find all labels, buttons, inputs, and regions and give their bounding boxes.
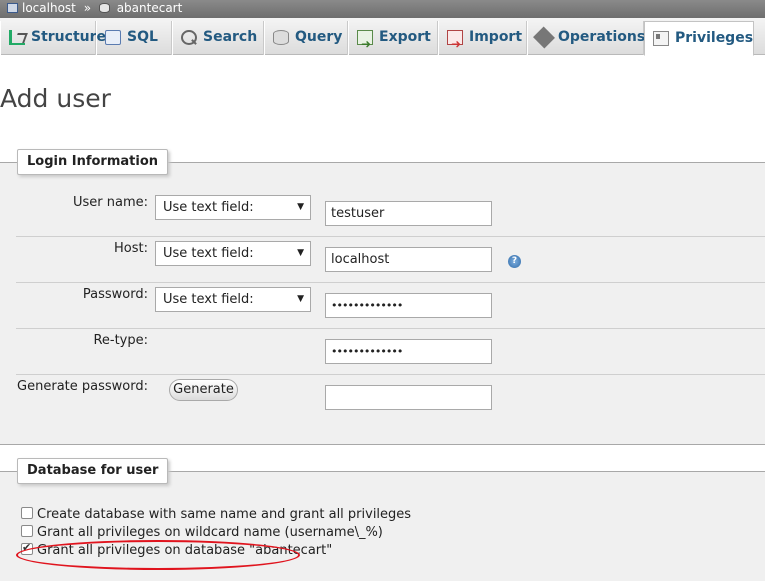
tab-export-label: Export (379, 29, 431, 45)
password-type-value: Use text field: (163, 292, 254, 307)
generate-button[interactable]: Generate (169, 379, 238, 401)
row-divider (16, 374, 765, 375)
tab-structure-label: Structure (31, 29, 107, 45)
username-input[interactable]: testuser (325, 201, 492, 226)
tab-import[interactable]: Import (438, 21, 527, 61)
login-information-legend: Login Information (17, 149, 169, 175)
option-create-database[interactable]: Create database with same name and grant… (21, 507, 411, 522)
help-icon[interactable]: ? (508, 255, 521, 268)
dropdown-arrow-icon: ▼ (297, 248, 304, 258)
password-type-select[interactable]: Use text field: ▼ (155, 287, 311, 312)
query-icon (273, 30, 289, 45)
structure-icon (9, 30, 25, 45)
checkbox[interactable] (21, 507, 33, 519)
row-divider (16, 328, 765, 329)
tab-structure[interactable]: Structure (0, 21, 106, 55)
tab-privileges[interactable]: Privileges (644, 21, 754, 56)
tab-bar: Structure SQL Search Query Export Import… (0, 18, 765, 61)
tab-query-label: Query (295, 29, 343, 45)
host-label: Host: (114, 241, 148, 256)
option-label: Create database with same name and grant… (37, 507, 412, 522)
dropdown-arrow-icon: ▼ (297, 294, 304, 304)
tab-operations-label: Operations (558, 29, 646, 45)
tab-search-label: Search (203, 29, 258, 45)
retype-label: Re-type: (93, 333, 148, 348)
import-icon (447, 28, 463, 61)
tab-sql-label: SQL (127, 29, 158, 45)
generate-password-label: Generate password: (17, 379, 148, 394)
server-icon (7, 3, 18, 13)
tab-import-label: Import (469, 29, 523, 45)
breadcrumb-database[interactable]: abantecart (117, 1, 183, 15)
search-icon (181, 30, 197, 45)
tab-operations[interactable]: Operations (527, 21, 646, 55)
host-input[interactable]: localhost (325, 247, 492, 272)
tab-sql[interactable]: SQL (96, 21, 172, 55)
username-type-select[interactable]: Use text field: ▼ (155, 195, 311, 220)
username-label: User name: (72, 195, 148, 210)
row-divider (16, 282, 765, 283)
option-grant-database[interactable]: Grant all privileges on database "abante… (21, 541, 333, 558)
tab-query[interactable]: Query (264, 21, 348, 55)
breadcrumb-server[interactable]: localhost (22, 1, 76, 15)
host-type-value: Use text field: (163, 246, 254, 261)
dropdown-arrow-icon: ▼ (297, 202, 304, 212)
checkbox-checked[interactable] (21, 541, 33, 555)
password-label: Password: (82, 287, 148, 302)
tab-search[interactable]: Search (172, 21, 264, 55)
username-type-value: Use text field: (163, 200, 254, 215)
breadcrumb-separator: » (83, 1, 92, 15)
database-icon (98, 3, 110, 13)
generated-password-input[interactable] (325, 385, 492, 410)
sql-icon (105, 30, 121, 45)
tab-export[interactable]: Export (348, 21, 438, 61)
privileges-icon (653, 31, 669, 46)
checkbox[interactable] (21, 525, 33, 537)
option-label: Grant all privileges on database "abante… (37, 543, 333, 558)
option-grant-wildcard[interactable]: Grant all privileges on wildcard name (u… (21, 525, 383, 540)
row-divider (16, 236, 765, 237)
option-label: Grant all privileges on wildcard name (u… (37, 525, 383, 540)
password-input[interactable]: ••••••••••••• (325, 293, 492, 318)
host-type-select[interactable]: Use text field: ▼ (155, 241, 311, 266)
retype-password-input[interactable]: ••••••••••••• (325, 339, 492, 364)
database-for-user-legend: Database for user (17, 458, 169, 484)
page-title: Add user (0, 84, 111, 113)
operations-icon (533, 26, 555, 49)
breadcrumb: localhost » abantecart (0, 0, 765, 18)
export-icon (357, 28, 373, 61)
tab-privileges-label: Privileges (675, 30, 754, 46)
